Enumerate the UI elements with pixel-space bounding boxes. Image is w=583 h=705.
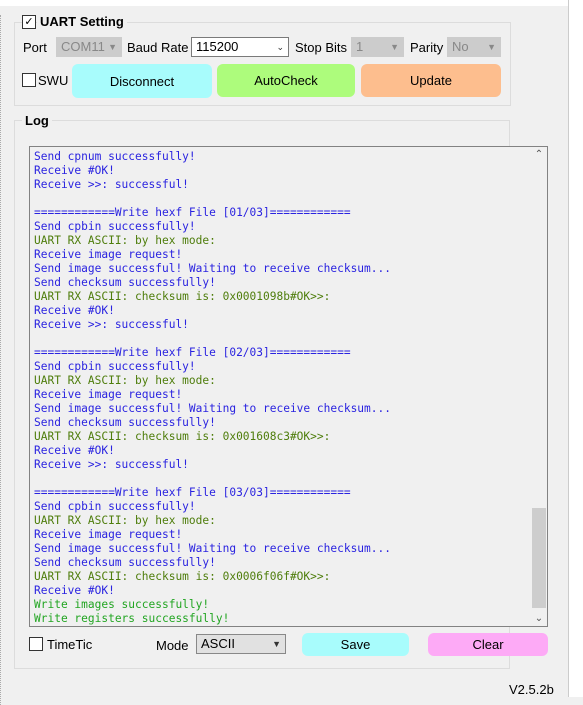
log-line: Receive image request! <box>34 248 183 261</box>
log-textarea[interactable]: Send cpnum successfully! Receive #OK! Rece… <box>29 146 548 627</box>
title-bar-strip <box>0 0 568 6</box>
autocheck-button[interactable]: AutoCheck <box>217 64 355 97</box>
timetic-label: TimeTic <box>47 637 93 652</box>
splitter-handle[interactable] <box>0 15 3 705</box>
scrollbar-thumb[interactable] <box>532 508 546 608</box>
stop-bits-label: Stop Bits <box>295 40 348 55</box>
log-line: Send image successful! Waiting to receiv… <box>34 262 391 275</box>
port-value: COM11 <box>61 39 105 54</box>
update-button[interactable]: Update <box>361 64 501 97</box>
swu-label: SWU <box>38 73 69 88</box>
scroll-down-icon[interactable]: ⌄ <box>531 613 547 624</box>
log-line: Receive #OK! <box>34 164 115 177</box>
log-line: Send checksum successfully! <box>34 416 216 429</box>
stop-bits-value: 1 <box>356 39 364 54</box>
log-line: UART RX ASCII: checksum is: 0x0006f06f#O… <box>34 570 331 583</box>
log-line: Receive #OK! <box>34 304 115 317</box>
clear-button[interactable]: Clear <box>428 633 548 656</box>
baud-rate-select[interactable]: 115200 ⌄ <box>191 37 289 57</box>
log-line: UART RX ASCII: checksum is: 0x001608c3#O… <box>34 430 331 443</box>
dropdown-arrow-icon: ▼ <box>272 639 281 649</box>
chevron-down-icon: ▼ <box>108 42 117 52</box>
log-scrollbar[interactable]: ⌃ ⌄ <box>531 147 547 626</box>
log-line: Receive image request! <box>34 528 183 541</box>
log-title: Log <box>22 113 52 128</box>
log-line: Write images successfully! <box>34 598 210 611</box>
log-line: Send cpbin successfully! <box>34 500 196 513</box>
baud-rate-label: Baud Rate <box>127 40 189 55</box>
uart-setting-checkbox[interactable]: ✓ <box>22 15 36 29</box>
log-line: Send checksum successfully! <box>34 276 216 289</box>
log-line: Send cpbin successfully! <box>34 360 196 373</box>
log-line: UART RX ASCII: by hex mode: <box>34 374 216 387</box>
log-line: ============Write hexf File [03/03]=====… <box>34 486 351 499</box>
chevron-down-icon: ⌄ <box>276 42 284 52</box>
log-line: Send image successful! Waiting to receiv… <box>34 402 391 415</box>
log-line: Send image successful! Waiting to receiv… <box>34 542 391 555</box>
uart-setting-title: UART Setting <box>37 14 127 29</box>
mode-select[interactable]: ASCII ▼ <box>196 634 286 654</box>
parity-value: No <box>452 39 469 54</box>
swu-checkbox[interactable] <box>22 73 36 87</box>
parity-label: Parity <box>410 40 444 55</box>
log-line: ============Write hexf File [02/03]=====… <box>34 346 351 359</box>
log-line: Receive #OK! <box>34 444 115 457</box>
log-line: Receive image request! <box>34 388 183 401</box>
log-line: Send cpnum successfully! <box>34 150 196 163</box>
log-lines: Send cpnum successfully! Receive #OK! Rece… <box>34 150 391 626</box>
chevron-down-icon: ▼ <box>487 42 496 52</box>
log-line: Send cpbin successfully! <box>34 220 196 233</box>
log-line: Send checksum successfully! <box>34 556 216 569</box>
log-line: Receive >>: successful! <box>34 318 189 331</box>
log-line: ============Write hexf File [01/03]=====… <box>34 206 351 219</box>
log-line: Write registers successfully! <box>34 612 230 625</box>
timetic-checkbox[interactable] <box>29 637 43 651</box>
port-select[interactable]: COM11 ▼ <box>56 37 122 57</box>
log-line: Receive >>: successful! <box>34 458 189 471</box>
scroll-up-icon[interactable]: ⌃ <box>531 149 547 160</box>
log-line: UART RX ASCII: by hex mode: <box>34 514 216 527</box>
disconnect-button[interactable]: Disconnect <box>72 64 212 98</box>
chevron-down-icon: ▼ <box>390 42 399 52</box>
mode-value: ASCII <box>201 636 235 651</box>
port-label: Port <box>23 40 47 55</box>
window-edge <box>568 0 583 697</box>
log-line: UART RX ASCII: by hex mode: <box>34 234 216 247</box>
log-line: Receive >>: successful! <box>34 178 189 191</box>
baud-rate-value: 115200 <box>196 39 239 54</box>
stop-bits-select[interactable]: 1 ▼ <box>351 37 404 57</box>
log-line: UART RX ASCII: checksum is: 0x0001098b#O… <box>34 290 331 303</box>
mode-label: Mode <box>156 638 189 653</box>
save-button[interactable]: Save <box>302 633 409 656</box>
parity-select[interactable]: No ▼ <box>447 37 501 57</box>
log-line: Receive #OK! <box>34 584 115 597</box>
version-label: V2.5.2b <box>509 682 554 697</box>
